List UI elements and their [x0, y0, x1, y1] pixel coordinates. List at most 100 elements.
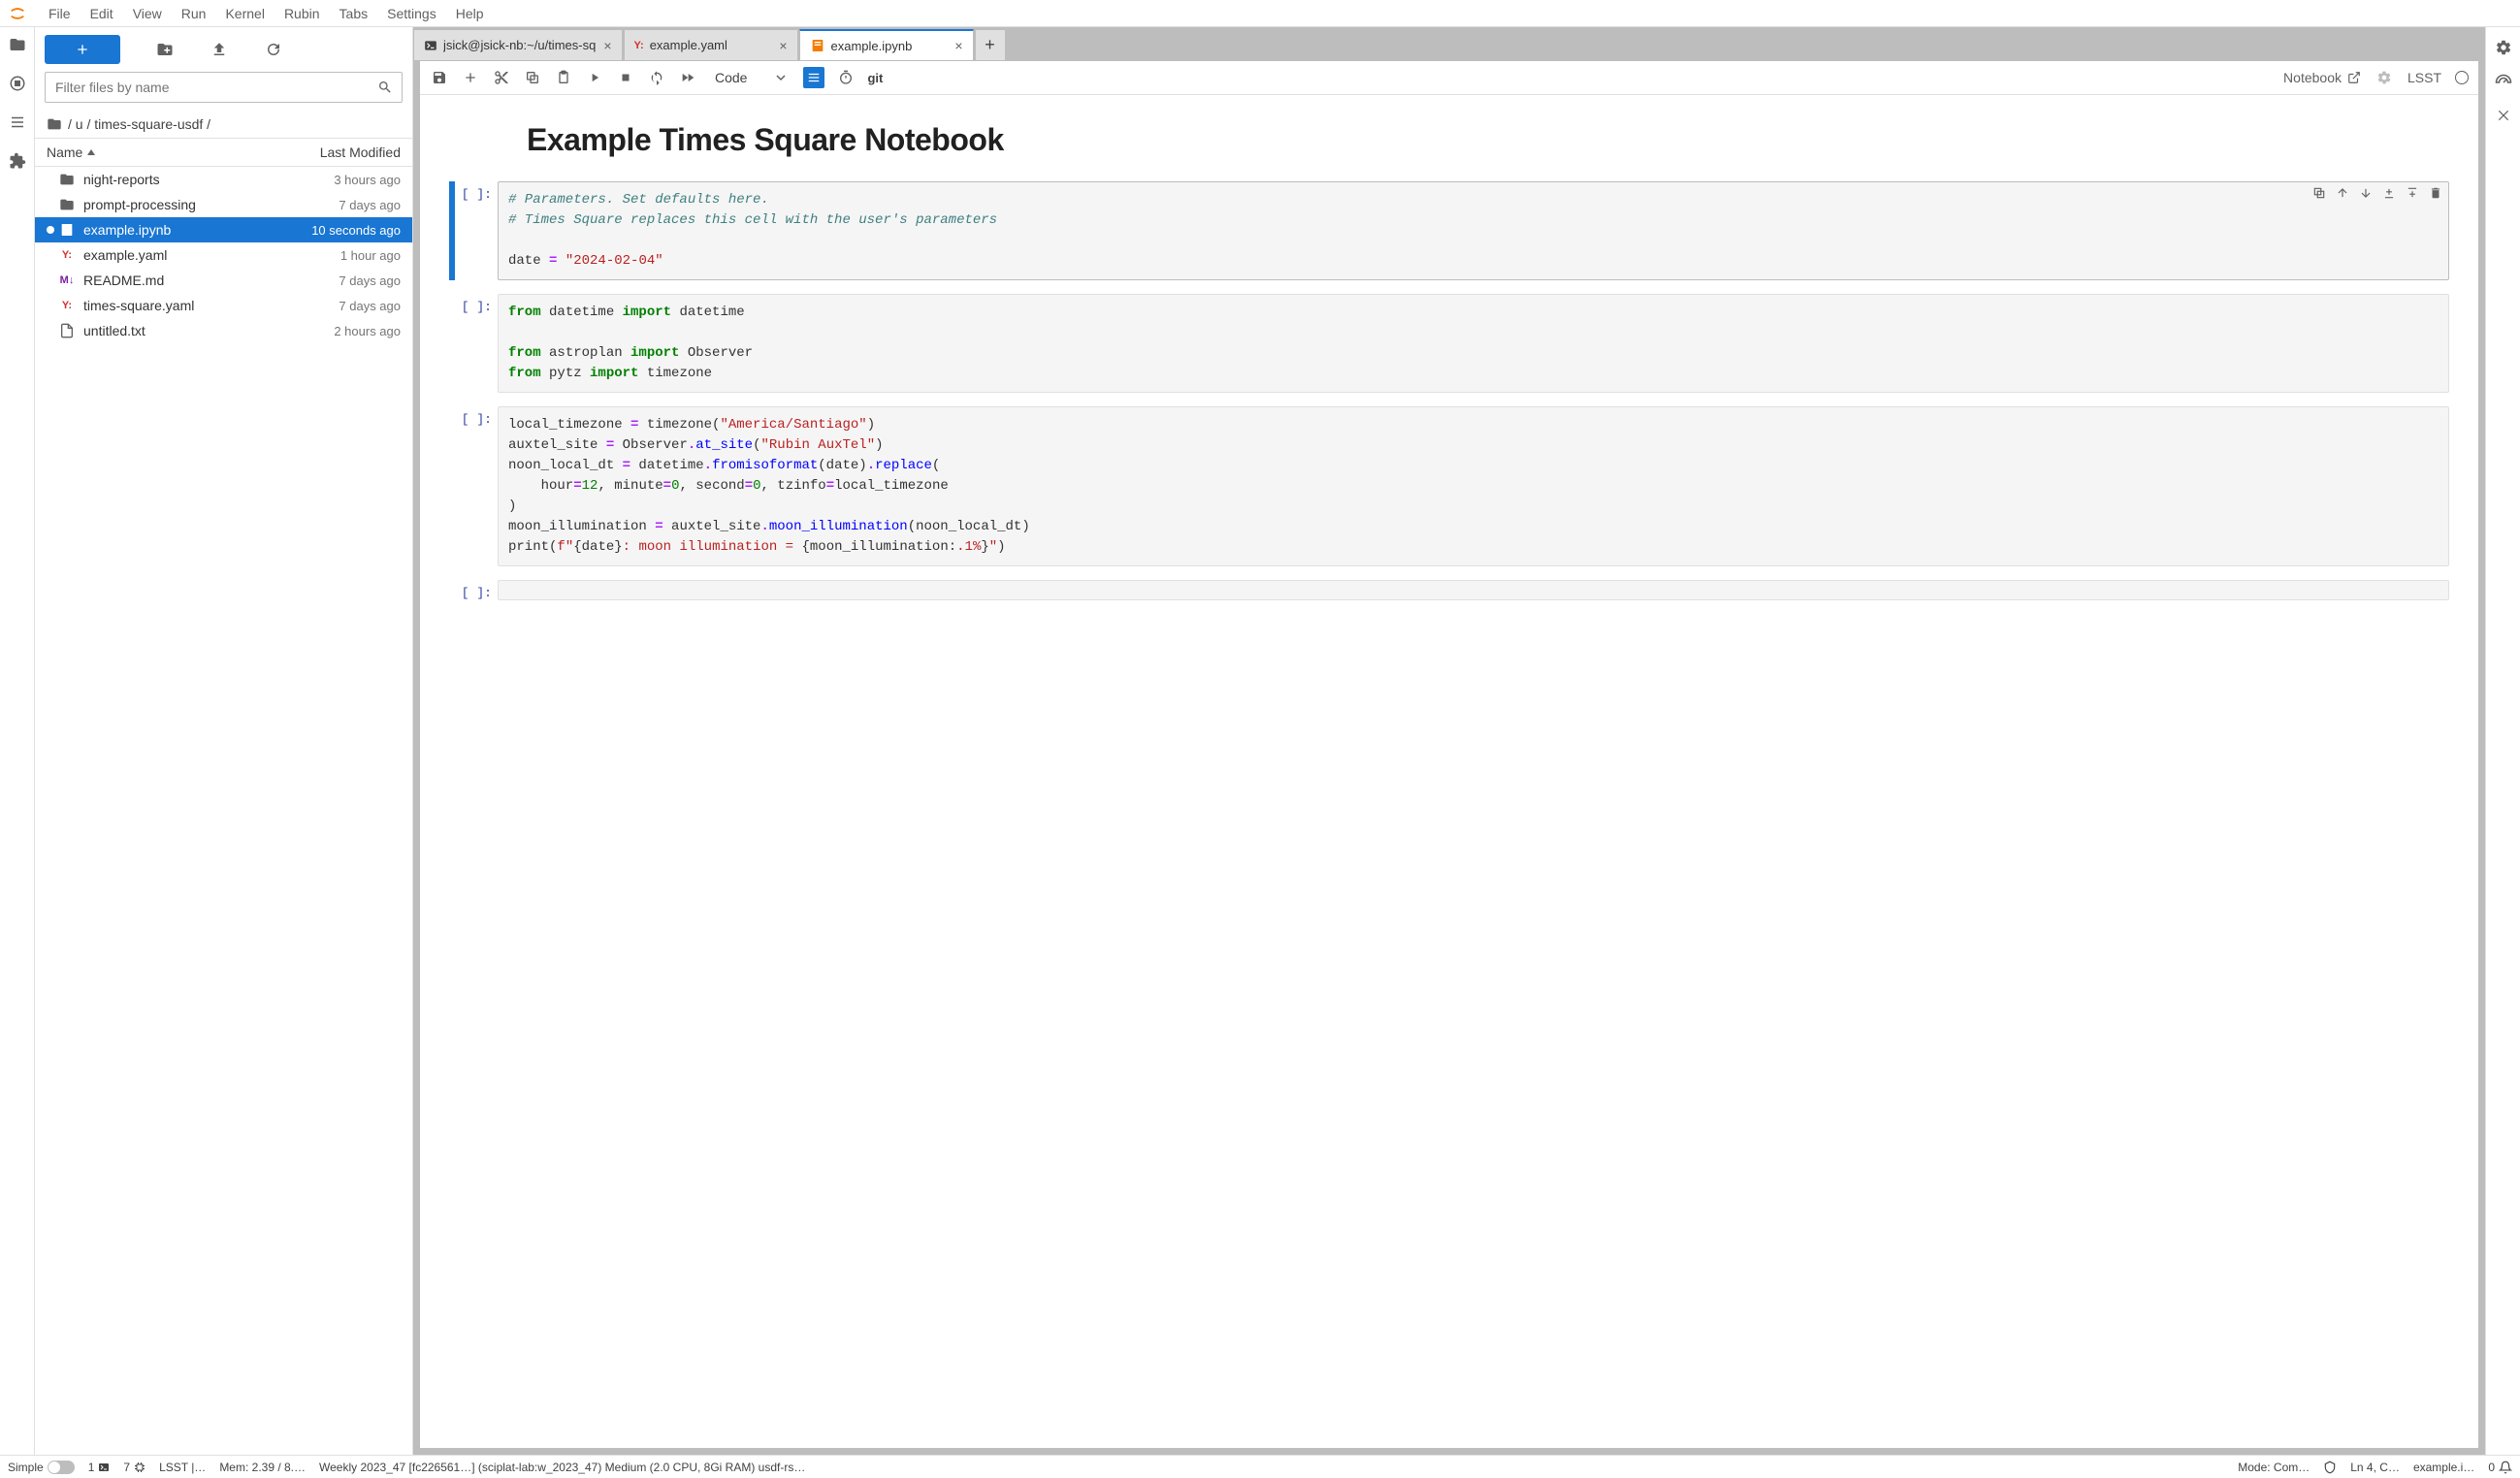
tab[interactable]: example.ipynb×: [799, 29, 974, 60]
close-right-icon[interactable]: [2497, 109, 2510, 122]
timing-icon[interactable]: [836, 68, 856, 87]
cell-type-select[interactable]: Code: [709, 68, 792, 87]
render-icon[interactable]: [803, 67, 824, 88]
menu-rubin[interactable]: Rubin: [275, 2, 330, 25]
add-tab-button[interactable]: +: [975, 29, 1006, 60]
file-list-header[interactable]: Name Last Modified: [35, 138, 412, 167]
paste-icon[interactable]: [554, 68, 573, 87]
app-root: FileEditViewRunKernelRubinTabsSettingsHe…: [0, 0, 2520, 1478]
cell-input[interactable]: from datetime import datetime from astro…: [498, 294, 2449, 393]
code-cell[interactable]: [ ]:from datetime import datetime from a…: [449, 294, 2449, 393]
notebook-icon: [810, 38, 825, 53]
mode-status[interactable]: Mode: Com…: [2238, 1461, 2310, 1474]
file-browser: / u / times-square-usdf / Name Last Modi…: [35, 27, 413, 1455]
menu-view[interactable]: View: [123, 2, 172, 25]
cell-input[interactable]: local_timezone = timezone("America/Santi…: [498, 406, 2449, 566]
tab[interactable]: Y:example.yaml×: [624, 29, 798, 60]
toc-icon[interactable]: [8, 112, 27, 132]
env-status[interactable]: Weekly 2023_47 [fc226561…] (sciplat-lab:…: [319, 1461, 2224, 1474]
cell-prompt: [ ]:: [455, 181, 498, 280]
git-label[interactable]: git: [867, 71, 883, 85]
menu-edit[interactable]: Edit: [81, 2, 123, 25]
file-row[interactable]: example.ipynb10 seconds ago: [35, 217, 412, 242]
file-name: README.md: [83, 273, 339, 288]
code-cell[interactable]: [ ]:local_timezone = timezone("America/S…: [449, 406, 2449, 566]
move-up-icon[interactable]: [2336, 186, 2349, 200]
refresh-icon[interactable]: [264, 40, 283, 59]
menu-run[interactable]: Run: [172, 2, 216, 25]
file-filter-input[interactable]: [45, 72, 403, 103]
notification-count[interactable]: 0: [2488, 1461, 2512, 1474]
folder-icon[interactable]: [8, 35, 27, 54]
open-notebook-link[interactable]: Notebook: [2283, 70, 2361, 85]
cell-prompt: [ ]:: [455, 294, 498, 393]
file-row[interactable]: M↓README.md7 days ago: [35, 268, 412, 293]
yaml-icon: Y:: [58, 249, 76, 261]
file-modified: 2 hours ago: [334, 324, 401, 338]
close-icon[interactable]: ×: [603, 38, 611, 53]
menu-help[interactable]: Help: [446, 2, 494, 25]
save-icon[interactable]: [430, 68, 449, 87]
duplicate-icon[interactable]: [2312, 186, 2326, 200]
add-cell-icon[interactable]: [461, 68, 480, 87]
settings-icon[interactable]: [2375, 68, 2394, 87]
simple-toggle[interactable]: Simple: [8, 1461, 75, 1474]
insert-above-icon[interactable]: [2382, 186, 2396, 200]
kernels-count[interactable]: 7: [123, 1461, 145, 1474]
stop-icon[interactable]: [616, 68, 635, 87]
lsst-status[interactable]: LSST |…: [159, 1461, 206, 1474]
search-icon: [377, 80, 393, 95]
code-cell[interactable]: [ ]:# Parameters. Set defaults here. # T…: [449, 181, 2449, 280]
upload-icon[interactable]: [210, 40, 229, 59]
text-icon: [58, 323, 76, 338]
file-name: prompt-processing: [83, 197, 339, 212]
menu-tabs[interactable]: Tabs: [330, 2, 378, 25]
work-area: jsick@jsick-nb:~/u/times-sq×Y:example.ya…: [413, 27, 2485, 1455]
close-icon[interactable]: ×: [779, 38, 787, 53]
file-modified: 1 hour ago: [340, 248, 401, 263]
menu-kernel[interactable]: Kernel: [215, 2, 274, 25]
file-row[interactable]: prompt-processing7 days ago: [35, 192, 412, 217]
left-rail: [0, 27, 35, 1455]
code-cell[interactable]: [ ]:: [449, 580, 2449, 600]
memory-status[interactable]: Mem: 2.39 / 8.…: [219, 1461, 306, 1474]
sort-asc-icon: [86, 147, 96, 157]
move-down-icon[interactable]: [2359, 186, 2373, 200]
file-row[interactable]: Y:times-square.yaml7 days ago: [35, 293, 412, 318]
cell-input[interactable]: [498, 580, 2449, 600]
notebook-panel: Code git Notebook LSST Example Times Squ…: [419, 60, 2479, 1449]
run-all-icon[interactable]: [678, 68, 697, 87]
tab[interactable]: jsick@jsick-nb:~/u/times-sq×: [413, 29, 623, 60]
terminal-icon: [424, 39, 437, 52]
dashboard-icon[interactable]: [2495, 74, 2512, 91]
copy-icon[interactable]: [523, 68, 542, 87]
insert-below-icon[interactable]: [2406, 186, 2419, 200]
file-row[interactable]: Y:example.yaml1 hour ago: [35, 242, 412, 268]
restart-icon[interactable]: [647, 68, 666, 87]
menubar: FileEditViewRunKernelRubinTabsSettingsHe…: [0, 0, 2520, 27]
cell-input[interactable]: # Parameters. Set defaults here. # Times…: [498, 181, 2449, 280]
breadcrumb[interactable]: / u / times-square-usdf /: [35, 111, 412, 138]
menu-file[interactable]: File: [39, 2, 81, 25]
yaml-icon: Y:: [634, 40, 644, 51]
file-status[interactable]: example.i…: [2413, 1461, 2474, 1474]
new-folder-icon[interactable]: [155, 40, 175, 59]
cut-icon[interactable]: [492, 68, 511, 87]
terminals-count[interactable]: 1: [88, 1461, 111, 1474]
new-launcher-button[interactable]: [45, 35, 120, 64]
file-row[interactable]: untitled.txt2 hours ago: [35, 318, 412, 343]
file-row[interactable]: night-reports3 hours ago: [35, 167, 412, 192]
trusted-icon[interactable]: [2323, 1461, 2337, 1474]
close-icon[interactable]: ×: [954, 38, 962, 53]
kernel-name[interactable]: LSST: [2407, 70, 2441, 85]
property-inspector-icon[interactable]: [2495, 39, 2512, 56]
delete-icon[interactable]: [2429, 186, 2442, 200]
menu-settings[interactable]: Settings: [377, 2, 446, 25]
extensions-icon[interactable]: [8, 151, 27, 171]
cell-prompt: [ ]:: [455, 406, 498, 566]
notebook-toolbar: Code git Notebook LSST: [420, 61, 2478, 95]
run-icon[interactable]: [585, 68, 604, 87]
running-icon[interactable]: [8, 74, 27, 93]
kernel-status-icon[interactable]: [2455, 71, 2469, 84]
cursor-position[interactable]: Ln 4, C…: [2350, 1461, 2400, 1474]
